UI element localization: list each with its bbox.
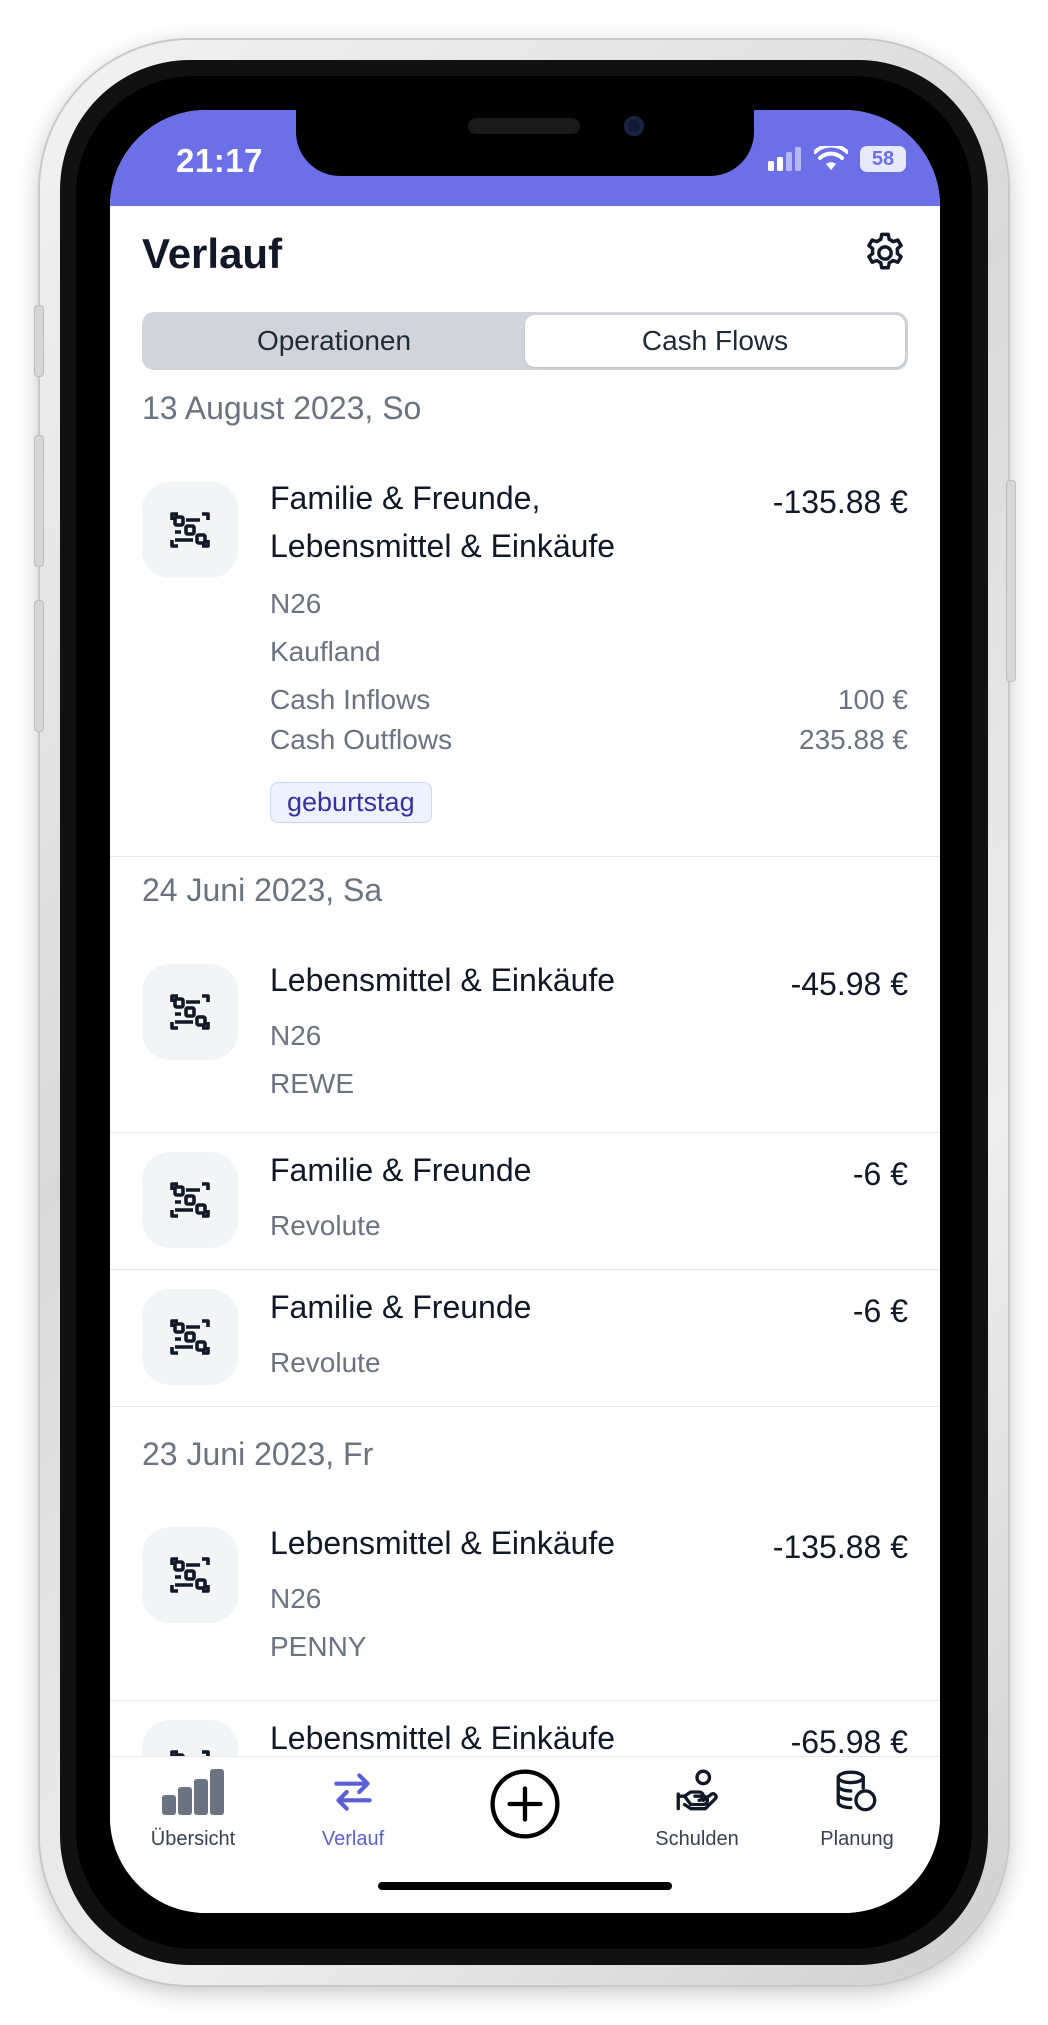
transaction-amount: -6 € xyxy=(852,1293,908,1329)
transaction-row[interactable]: Lebensmittel & Einkäufe -45.98 € N26 REW… xyxy=(110,942,940,1122)
add-transaction-button[interactable] xyxy=(442,1767,608,1846)
transaction-account: N26 xyxy=(270,1583,322,1614)
category-icon-wrap xyxy=(142,1289,238,1385)
transaction-title: Familie & Freunde xyxy=(270,1289,532,1325)
front-camera xyxy=(624,116,644,136)
cash-inflows-label: Cash Inflows xyxy=(270,684,431,715)
cash-outflows-label: Cash Outflows xyxy=(270,724,453,755)
category-icon-wrap xyxy=(142,1527,238,1623)
tab-debts[interactable]: Schulden xyxy=(614,1767,780,1851)
scan-category-icon xyxy=(170,994,210,1030)
date-header: 23 Juni 2023, Fr xyxy=(142,1436,374,1472)
category-icon-wrap xyxy=(142,964,238,1060)
tab-overview[interactable]: Übersicht xyxy=(110,1767,276,1851)
arrows-exchange-icon xyxy=(334,1773,372,1811)
coins-stack-icon xyxy=(836,1770,877,1812)
wifi-icon xyxy=(814,146,848,170)
tag-badge[interactable]: geburtstag xyxy=(270,782,432,823)
battery-icon: 58 xyxy=(860,146,906,172)
tab-cash-flows[interactable]: Cash Flows xyxy=(525,315,905,367)
status-icons: 58 xyxy=(768,146,906,172)
transaction-amount: -65.98 € xyxy=(790,1724,908,1760)
speaker xyxy=(468,118,580,134)
scan-category-icon xyxy=(170,512,210,548)
tab-operations[interactable]: Operationen xyxy=(145,315,523,367)
transaction-title: Lebensmittel & Einkäufe xyxy=(270,1720,616,1756)
transaction-amount: -135.88 € xyxy=(772,484,908,520)
date-header: 24 Juni 2023, Sa xyxy=(142,872,383,908)
transaction-row[interactable]: Familie & Freunde -6 € Revolute xyxy=(110,1132,940,1269)
home-indicator[interactable] xyxy=(378,1882,672,1890)
transaction-title: Familie & Freunde xyxy=(270,1152,532,1188)
category-icon-wrap xyxy=(142,482,238,578)
bar-chart-icon xyxy=(162,1769,224,1815)
status-time: 21:17 xyxy=(176,142,263,179)
transaction-title: Lebensmittel & Einkäufe xyxy=(270,962,616,998)
category-icon-wrap xyxy=(142,1152,238,1248)
date-header: 13 August 2023, So xyxy=(142,390,422,426)
tab-label: Verlauf xyxy=(321,1828,385,1850)
page-title: Verlauf xyxy=(142,230,283,277)
transaction-title-line2: Lebensmittel & Einkäufe xyxy=(270,528,616,564)
power-button xyxy=(1006,480,1016,682)
tab-label: Schulden xyxy=(655,1828,739,1850)
view-segmented-control: Operationen Cash Flows xyxy=(142,312,908,370)
transaction-amount: -45.98 € xyxy=(790,966,908,1002)
transaction-row[interactable]: Lebensmittel & Einkäufe -65.98 € xyxy=(110,1700,940,1760)
hand-coins-icon xyxy=(676,1769,718,1811)
screen: 21:17 58 Verlauf Operationen Cash Flows … xyxy=(110,110,940,1913)
transaction-account: N26 xyxy=(270,588,322,619)
volume-up-button xyxy=(34,435,44,567)
tab-label: Planung xyxy=(820,1828,894,1850)
notch xyxy=(296,110,754,176)
transaction-title: Lebensmittel & Einkäufe xyxy=(270,1525,616,1561)
cash-inflows-value: 100 € xyxy=(837,684,908,715)
transaction-account: N26 xyxy=(270,1020,322,1051)
transaction-account: Revolute xyxy=(270,1347,381,1378)
transaction-row[interactable]: Familie & Freunde, Lebensmittel & Einkäu… xyxy=(110,460,940,840)
transaction-merchant: PENNY xyxy=(270,1631,367,1662)
transaction-account: Revolute xyxy=(270,1210,381,1241)
scan-category-icon xyxy=(170,1319,210,1355)
transaction-title: Familie & Freunde, xyxy=(270,480,541,516)
tab-label: Übersicht xyxy=(150,1828,236,1850)
status-bar: 21:17 58 xyxy=(110,110,940,206)
cash-outflows-value: 235.88 € xyxy=(799,724,908,755)
transaction-amount: -135.88 € xyxy=(772,1529,908,1565)
mute-switch xyxy=(34,305,44,377)
divider xyxy=(110,856,940,857)
volume-down-button xyxy=(34,600,44,732)
transaction-amount: -6 € xyxy=(852,1156,908,1192)
scan-category-icon xyxy=(170,1557,210,1593)
tab-history[interactable]: Verlauf xyxy=(270,1767,436,1851)
transaction-row[interactable]: Familie & Freunde -6 € Revolute xyxy=(110,1269,940,1406)
scan-category-icon xyxy=(170,1182,210,1218)
transaction-merchant: REWE xyxy=(270,1068,354,1099)
divider xyxy=(110,1406,940,1407)
gear-icon[interactable] xyxy=(862,230,908,276)
transaction-merchant: Kaufland xyxy=(270,636,381,667)
category-icon-wrap xyxy=(142,1720,238,1760)
signal-icon xyxy=(768,147,801,171)
transaction-row[interactable]: Lebensmittel & Einkäufe -135.88 € N26 PE… xyxy=(110,1505,940,1685)
plus-circle-icon xyxy=(490,1769,560,1839)
tab-planning[interactable]: Planung xyxy=(774,1767,940,1851)
